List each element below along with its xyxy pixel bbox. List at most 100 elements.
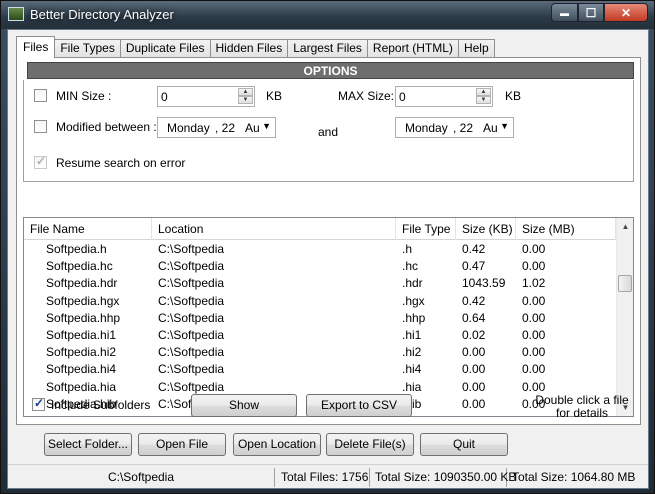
column-file-type[interactable]: File Type <box>396 218 456 240</box>
modified-from-datepicker[interactable]: Monday , 22 Au ▼ <box>157 117 276 138</box>
table-row[interactable]: Softpedia.hdr C:\Softpedia .hdr 1043.59 1.02 <box>24 275 616 292</box>
open-file-button[interactable]: Open File <box>138 433 226 456</box>
tab-hidden-files[interactable]: Hidden Files <box>209 39 289 58</box>
include-subfolders-label: Include Subfolders <box>51 398 151 412</box>
min-size-checkbox[interactable] <box>34 89 47 102</box>
cell-location: C:\Softpedia <box>158 362 225 377</box>
modified-between-label: Modified between : <box>56 120 157 134</box>
vertical-scrollbar[interactable]: ▲ ▼ <box>616 218 633 416</box>
max-size-unit: KB <box>505 89 522 103</box>
status-bar: C:\Softpedia Total Files: 1756 Total Siz… <box>8 464 648 488</box>
tab-report-html[interactable]: Report (HTML) <box>366 39 459 58</box>
cell-location: C:\Softpedia <box>158 310 225 325</box>
resume-on-error-checkbox[interactable] <box>34 154 47 169</box>
from-day: , 22 <box>215 121 236 135</box>
include-subfolders-checkbox[interactable] <box>32 396 45 411</box>
max-size-spinner[interactable]: 0 ▲ ▼ <box>395 86 493 107</box>
column-size-kb[interactable]: Size (KB) <box>456 218 516 240</box>
min-size-arrows[interactable]: ▲ ▼ <box>238 88 253 105</box>
cell-location: C:\Softpedia <box>158 293 225 308</box>
cell-size-kb: 0.42 <box>462 293 486 308</box>
details-hint: Double click a file for details <box>524 394 640 420</box>
chevron-down-icon[interactable]: ▼ <box>262 121 271 131</box>
table-row[interactable]: Softpedia.hi1 C:\Softpedia .hi1 0.02 0.00 <box>24 327 616 344</box>
cell-file-name: Softpedia.hi1 <box>46 327 117 342</box>
close-button[interactable]: ✕ <box>604 3 648 22</box>
cell-file-type: .hdr <box>402 276 423 291</box>
details-hint-line2: for details <box>555 406 609 420</box>
min-size-spinner[interactable]: 0 ▲ ▼ <box>157 86 255 107</box>
close-icon: ✕ <box>620 5 632 20</box>
cell-file-type: .hi4 <box>402 362 422 377</box>
client-area: Files File Types Duplicate Files Hidden … <box>7 29 649 489</box>
spin-up-icon[interactable]: ▲ <box>238 88 253 96</box>
to-day: , 22 <box>453 121 474 135</box>
cell-size-mb: 0.00 <box>522 259 546 274</box>
tab-largest-files[interactable]: Largest Files <box>287 39 368 58</box>
cell-file-type: .hc <box>402 259 419 274</box>
tab-files[interactable]: Files <box>16 36 56 58</box>
column-size-mb[interactable]: Size (MB) <box>516 218 616 240</box>
chevron-down-icon[interactable]: ▼ <box>500 121 509 131</box>
max-size-arrows[interactable]: ▲ ▼ <box>476 88 491 105</box>
table-row[interactable]: Softpedia.hgx C:\Softpedia .hgx 0.42 0.00 <box>24 293 616 310</box>
scroll-thumb[interactable] <box>618 275 632 292</box>
minimize-icon: ▬ <box>560 7 569 18</box>
show-button[interactable]: Show <box>191 394 297 417</box>
maximize-button[interactable]: ☐ <box>578 3 604 22</box>
column-location[interactable]: Location <box>152 218 396 240</box>
title-bar[interactable]: Better Directory Analyzer ▬ ☐ ✕ <box>1 1 654 29</box>
cell-size-mb: 0.00 <box>522 242 546 256</box>
cell-file-name: Softpedia.hc <box>46 259 113 274</box>
cell-file-type: .hgx <box>402 293 425 308</box>
tab-help[interactable]: Help <box>457 39 495 58</box>
cell-location: C:\Softpedia <box>158 327 225 342</box>
min-size-value: 0 <box>161 90 168 104</box>
status-folder: C:\Softpedia <box>8 468 275 487</box>
minimize-button[interactable]: ▬ <box>551 3 578 22</box>
cell-file-type: .hi2 <box>402 345 422 360</box>
tab-duplicate-files[interactable]: Duplicate Files <box>119 39 211 58</box>
open-location-button[interactable]: Open Location <box>233 433 321 456</box>
cell-size-kb: 0.00 <box>462 379 486 394</box>
cell-size-kb: 0.02 <box>462 327 486 342</box>
cell-file-name: Softpedia.hi4 <box>46 362 117 377</box>
cell-size-mb: 0.00 <box>522 327 546 342</box>
files-list[interactable]: File Name Location File Type Size (KB) S… <box>23 217 634 417</box>
app-icon <box>8 7 24 21</box>
list-body: Softpedia.h C:\Softpedia .h 0.42 0.00 Softpe… <box>24 241 616 413</box>
tab-file-types[interactable]: File Types <box>54 39 121 58</box>
cell-size-mb: 0.00 <box>522 293 546 308</box>
spin-down-icon[interactable]: ▼ <box>238 96 253 104</box>
spin-down-icon[interactable]: ▼ <box>476 96 491 104</box>
column-file-name[interactable]: File Name <box>24 218 152 240</box>
cell-size-mb: 1.02 <box>522 276 546 291</box>
min-size-label: MIN Size : <box>56 89 112 103</box>
cell-size-kb: 0.00 <box>462 362 486 377</box>
table-row[interactable]: Softpedia.hhp C:\Softpedia .hhp 0.64 0.00 <box>24 310 616 327</box>
window-title: Better Directory Analyzer <box>30 7 174 22</box>
maximize-icon: ☐ <box>585 5 597 20</box>
table-row[interactable]: Softpedia.hi4 C:\Softpedia .hi4 0.00 0.00 <box>24 361 616 378</box>
files-tab-panel: OPTIONS MIN Size : 0 ▲ ▼ KB MAX Size: 0 ▲… <box>16 57 641 425</box>
modified-to-datepicker[interactable]: Monday , 22 Au ▼ <box>395 117 514 138</box>
cell-size-kb: 0.00 <box>462 396 486 411</box>
modified-between-checkbox[interactable] <box>34 120 47 133</box>
to-weekday: Monday <box>405 121 448 135</box>
from-weekday: Monday <box>167 121 210 135</box>
cell-size-kb: 1043.59 <box>462 276 506 291</box>
spin-up-icon[interactable]: ▲ <box>476 88 491 96</box>
table-row[interactable]: Softpedia.hi2 C:\Softpedia .hi2 0.00 0.00 <box>24 344 616 361</box>
export-csv-button[interactable]: Export to CSV <box>306 394 412 417</box>
cell-file-name: Softpedia.hhp <box>46 310 121 325</box>
cell-size-mb: 0.00 <box>522 362 546 377</box>
tab-strip: Files File Types Duplicate Files Hidden … <box>16 36 495 58</box>
table-row[interactable]: Softpedia.hc C:\Softpedia .hc 0.47 0.00 <box>24 258 616 275</box>
cell-file-type: .h <box>402 242 413 256</box>
table-row[interactable]: Softpedia.h C:\Softpedia .h 0.42 0.00 <box>24 241 616 258</box>
delete-files-button[interactable]: Delete File(s) <box>326 433 414 456</box>
scroll-up-icon[interactable]: ▲ <box>617 218 633 235</box>
quit-button[interactable]: Quit <box>420 433 508 456</box>
select-folder-button[interactable]: Select Folder... <box>44 433 132 456</box>
options-box: MIN Size : 0 ▲ ▼ KB MAX Size: 0 ▲ ▼ KB Mod… <box>23 80 634 182</box>
